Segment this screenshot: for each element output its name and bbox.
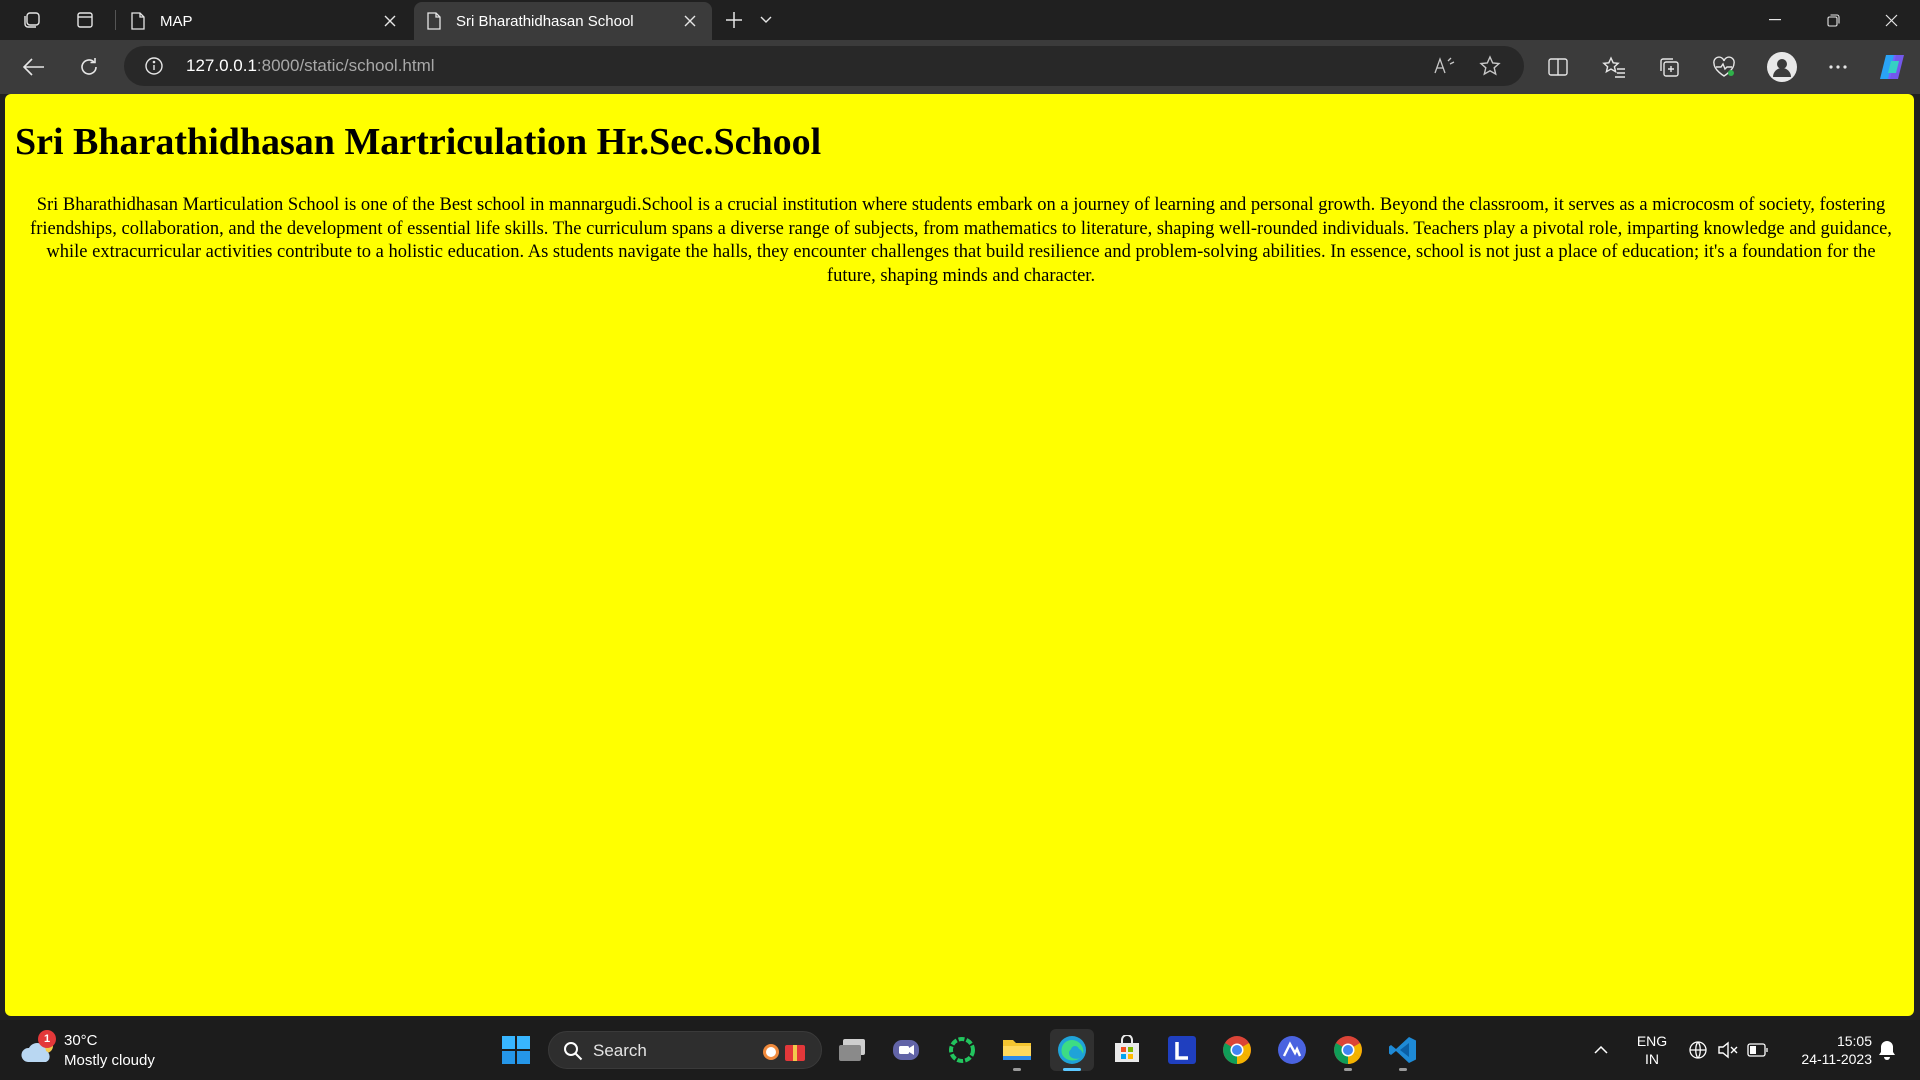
taskbar: 1 30°C Mostly cloudy Search ENG IN 15:05… <box>0 1020 1920 1080</box>
search-icon <box>564 1042 583 1061</box>
network-globe-icon[interactable] <box>1684 1020 1712 1080</box>
read-aloud-icon[interactable] <box>1430 52 1460 80</box>
tab-title: Sri Bharathidhasan School <box>456 12 634 30</box>
page-paragraph: Sri Bharathidhasan Marticulation School … <box>30 195 1892 286</box>
chrome-app-2[interactable] <box>1326 1029 1370 1071</box>
tab-map[interactable]: MAP <box>118 2 412 40</box>
battery-icon[interactable] <box>1744 1020 1772 1080</box>
page-icon <box>427 12 441 30</box>
address-bar[interactable]: 127.0.0.1:8000/static/school.html <box>124 46 1524 86</box>
close-window-button[interactable] <box>1862 0 1920 40</box>
page-icon <box>131 12 145 30</box>
more-options-icon[interactable] <box>1820 50 1856 84</box>
restore-button[interactable] <box>1804 0 1862 40</box>
meet-app[interactable] <box>884 1029 928 1071</box>
page-title: Sri Bharathidhasan Martriculation Hr.Sec… <box>15 121 822 163</box>
microsoft-store-app[interactable] <box>1105 1029 1149 1071</box>
collections-icon[interactable] <box>1651 50 1687 84</box>
minimize-button[interactable] <box>1746 0 1804 40</box>
tab-separator <box>115 10 116 30</box>
notification-badge: 1 <box>38 1030 56 1048</box>
chevron-up-icon[interactable] <box>1586 1020 1616 1080</box>
profile-avatar[interactable] <box>1764 50 1800 84</box>
windows-logo-icon <box>502 1036 530 1064</box>
favorite-star-icon[interactable] <box>1475 52 1505 80</box>
system-clock[interactable]: 15:05 24-11-2023 <box>1782 1032 1872 1068</box>
volume-muted-icon[interactable] <box>1714 1020 1742 1080</box>
url-text[interactable]: 127.0.0.1:8000/static/school.html <box>186 56 435 76</box>
taskbar-search[interactable]: Search <box>548 1031 822 1069</box>
split-screen-icon[interactable] <box>1540 50 1576 84</box>
weather-widget[interactable]: 1 30°C Mostly cloudy <box>20 1028 180 1072</box>
notification-bell-icon[interactable] <box>1872 1020 1902 1080</box>
weather-temperature: 30°C <box>64 1032 98 1049</box>
new-tab-button[interactable] <box>720 8 748 32</box>
start-button[interactable] <box>494 1029 538 1071</box>
workspaces-icon[interactable] <box>19 8 45 32</box>
back-arrow-icon[interactable] <box>16 50 52 84</box>
ring-app[interactable] <box>940 1029 984 1071</box>
weather-condition: Mostly cloudy <box>64 1052 155 1069</box>
language-indicator[interactable]: ENG IN <box>1630 1032 1674 1068</box>
browser-toolbar: 127.0.0.1:8000/static/school.html <box>0 40 1920 94</box>
search-highlight-icon <box>763 1044 805 1061</box>
refresh-icon[interactable] <box>71 50 107 84</box>
vscode-app[interactable] <box>1381 1029 1425 1071</box>
vertical-tabs-icon[interactable] <box>72 8 98 32</box>
page-viewport: Sri Bharathidhasan Martriculation Hr.Sec… <box>5 94 1914 1016</box>
file-explorer-window-app[interactable] <box>830 1029 874 1071</box>
language-code: ENG <box>1636 1033 1668 1049</box>
browser-essentials-icon[interactable] <box>1706 50 1742 84</box>
chevron-down-icon[interactable] <box>752 8 780 32</box>
url-path: :8000/static/school.html <box>256 56 435 75</box>
copilot-icon[interactable] <box>1874 50 1910 84</box>
search-label: Search <box>593 1041 647 1060</box>
chrome-app[interactable] <box>1215 1029 1259 1071</box>
clock-time: 15:05 <box>1836 1033 1872 1049</box>
browser-tab-strip: MAP Sri Bharathidhasan School <box>0 0 1920 40</box>
url-host: 127.0.0.1 <box>186 56 257 75</box>
close-icon[interactable] <box>680 11 700 31</box>
language-region: IN <box>1645 1051 1659 1067</box>
arc-app[interactable] <box>1270 1029 1314 1071</box>
tab-title: MAP <box>160 12 193 30</box>
tab-school[interactable]: Sri Bharathidhasan School <box>414 2 712 40</box>
clock-date: 24-11-2023 <box>1801 1051 1872 1067</box>
close-icon[interactable] <box>380 11 400 31</box>
file-explorer-app[interactable] <box>995 1029 1039 1071</box>
info-icon[interactable] <box>144 56 164 76</box>
favorites-icon[interactable] <box>1596 50 1632 84</box>
edge-app[interactable] <box>1050 1029 1094 1071</box>
l-app[interactable] <box>1160 1029 1204 1071</box>
